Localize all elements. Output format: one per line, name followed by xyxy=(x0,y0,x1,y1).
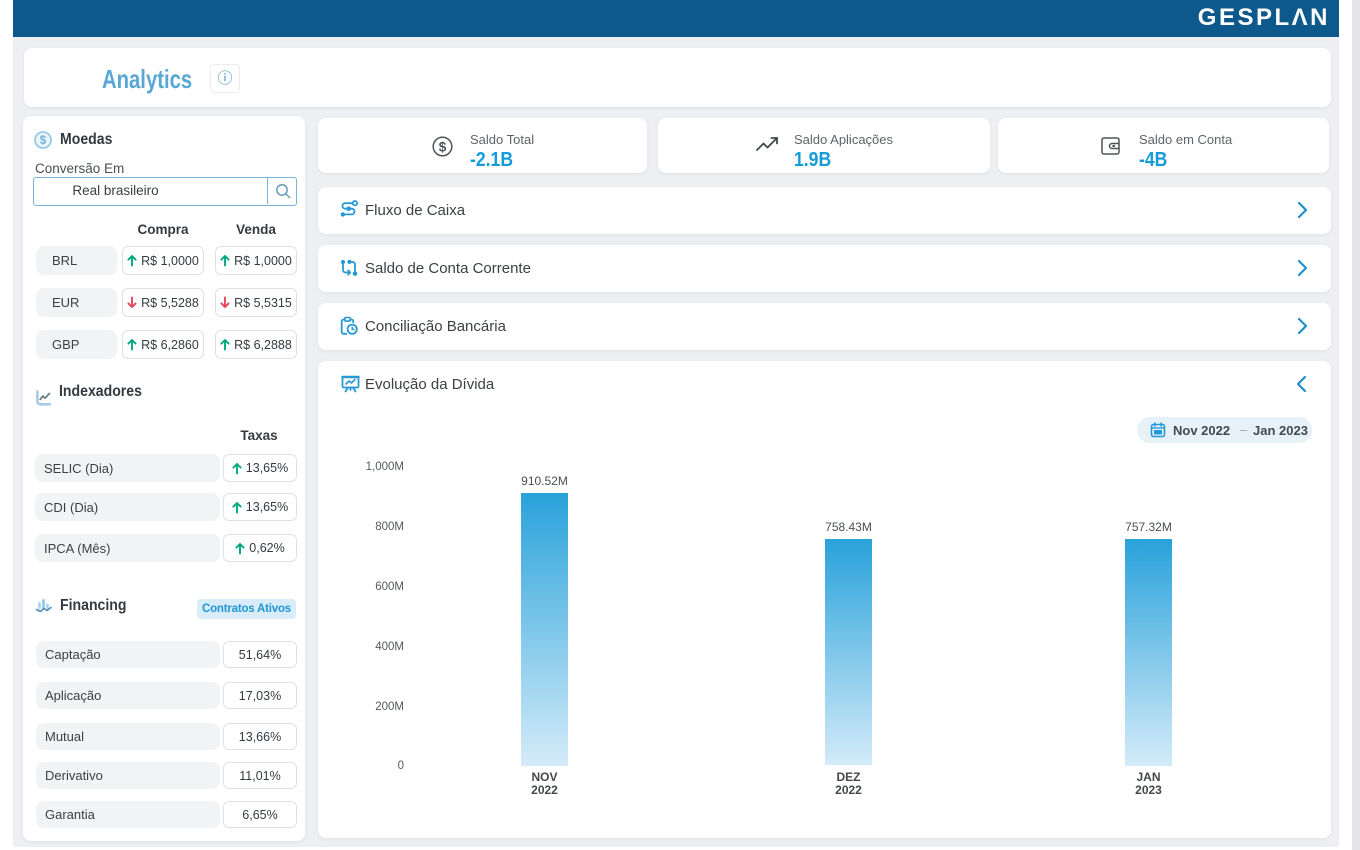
svg-text:$: $ xyxy=(439,139,447,154)
svg-text:$: $ xyxy=(40,135,47,147)
